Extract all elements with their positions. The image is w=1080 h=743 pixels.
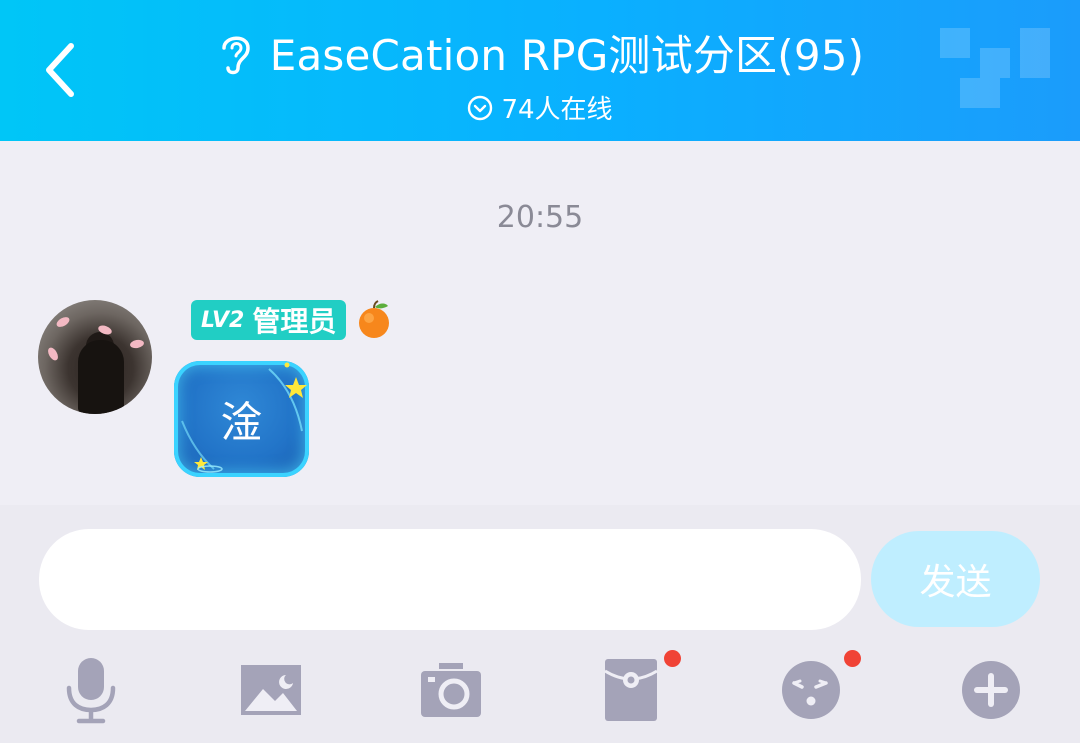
- orange-icon: [356, 300, 392, 340]
- message-text: 淦: [220, 397, 263, 447]
- group-title: EaseCation RPG测试分区(95): [269, 31, 865, 80]
- role-label: 管理员: [252, 305, 337, 338]
- online-count: 74人在线: [501, 95, 613, 125]
- emoji-face-icon: [782, 661, 840, 719]
- plus-circle-icon: [962, 661, 1020, 719]
- sender-info: LV2 管理员: [191, 300, 392, 340]
- image-button[interactable]: [231, 650, 311, 730]
- message-bubble[interactable]: 淦: [174, 361, 309, 477]
- emoji-notification-dot: [844, 650, 861, 667]
- chat-header: EaseCation RPG测试分区(95) 74人在线: [0, 0, 1080, 141]
- send-button[interactable]: 发送: [871, 531, 1040, 627]
- petal-decoration: [129, 338, 145, 350]
- camera-button[interactable]: [411, 650, 491, 730]
- image-icon: [241, 665, 301, 715]
- voice-button[interactable]: [51, 650, 131, 730]
- message-timestamp: 20:55: [496, 200, 584, 235]
- online-status[interactable]: 74人在线: [0, 89, 1080, 126]
- ear-icon[interactable]: [216, 30, 256, 76]
- message-input[interactable]: [39, 529, 861, 630]
- level-label: LV2: [201, 307, 245, 333]
- microphone-icon: [66, 658, 116, 724]
- petal-decoration: [46, 345, 60, 363]
- emoji-button[interactable]: [771, 650, 851, 730]
- red-packet-button[interactable]: [591, 650, 671, 730]
- more-button[interactable]: [951, 650, 1031, 730]
- red-packet-icon: [604, 659, 658, 721]
- role-badge: LV2 管理员: [191, 300, 347, 340]
- red-packet-notification-dot: [664, 650, 681, 667]
- chevron-down-circle-icon: [467, 95, 493, 121]
- avatar-figure: [78, 340, 124, 414]
- avatar[interactable]: [38, 300, 152, 414]
- title-block: EaseCation RPG测试分区(95) 74人在线: [0, 22, 1080, 126]
- composer: 发送: [0, 505, 1080, 743]
- camera-icon: [421, 663, 481, 717]
- petal-decoration: [54, 315, 72, 329]
- composer-toolbar: [0, 650, 1080, 740]
